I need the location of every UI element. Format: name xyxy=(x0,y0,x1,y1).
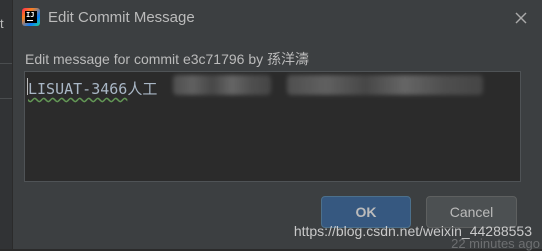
redacted-text-blur xyxy=(173,75,271,95)
dialog-titlebar: IJ Edit Commit Message xyxy=(13,0,542,36)
intellij-app-icon: IJ xyxy=(22,8,40,26)
gutter-divider xyxy=(0,98,12,99)
app-icon-label: IJ xyxy=(26,11,35,19)
close-icon[interactable] xyxy=(514,10,528,24)
commit-message-issue-key: LISUAT-3466 xyxy=(28,80,128,98)
background-hint-text: t xyxy=(0,16,4,31)
watermark-text: https://blog.csdn.net/weixin_44288553 xyxy=(293,223,532,239)
dialog-title: Edit Commit Message xyxy=(48,9,195,26)
commit-message-editor[interactable]: LISUAT-3466人工 xyxy=(24,71,521,182)
edit-commit-message-dialog: IJ Edit Commit Message Edit message for … xyxy=(12,0,542,249)
dialog-prompt-label: Edit message for commit e3c71796 by 孫洋濤 xyxy=(25,51,310,67)
redacted-text-blur xyxy=(287,75,483,95)
gutter-divider xyxy=(0,63,12,64)
commit-message-line: LISUAT-3466人工 xyxy=(28,78,157,99)
commit-message-text: 人工 xyxy=(127,80,158,98)
